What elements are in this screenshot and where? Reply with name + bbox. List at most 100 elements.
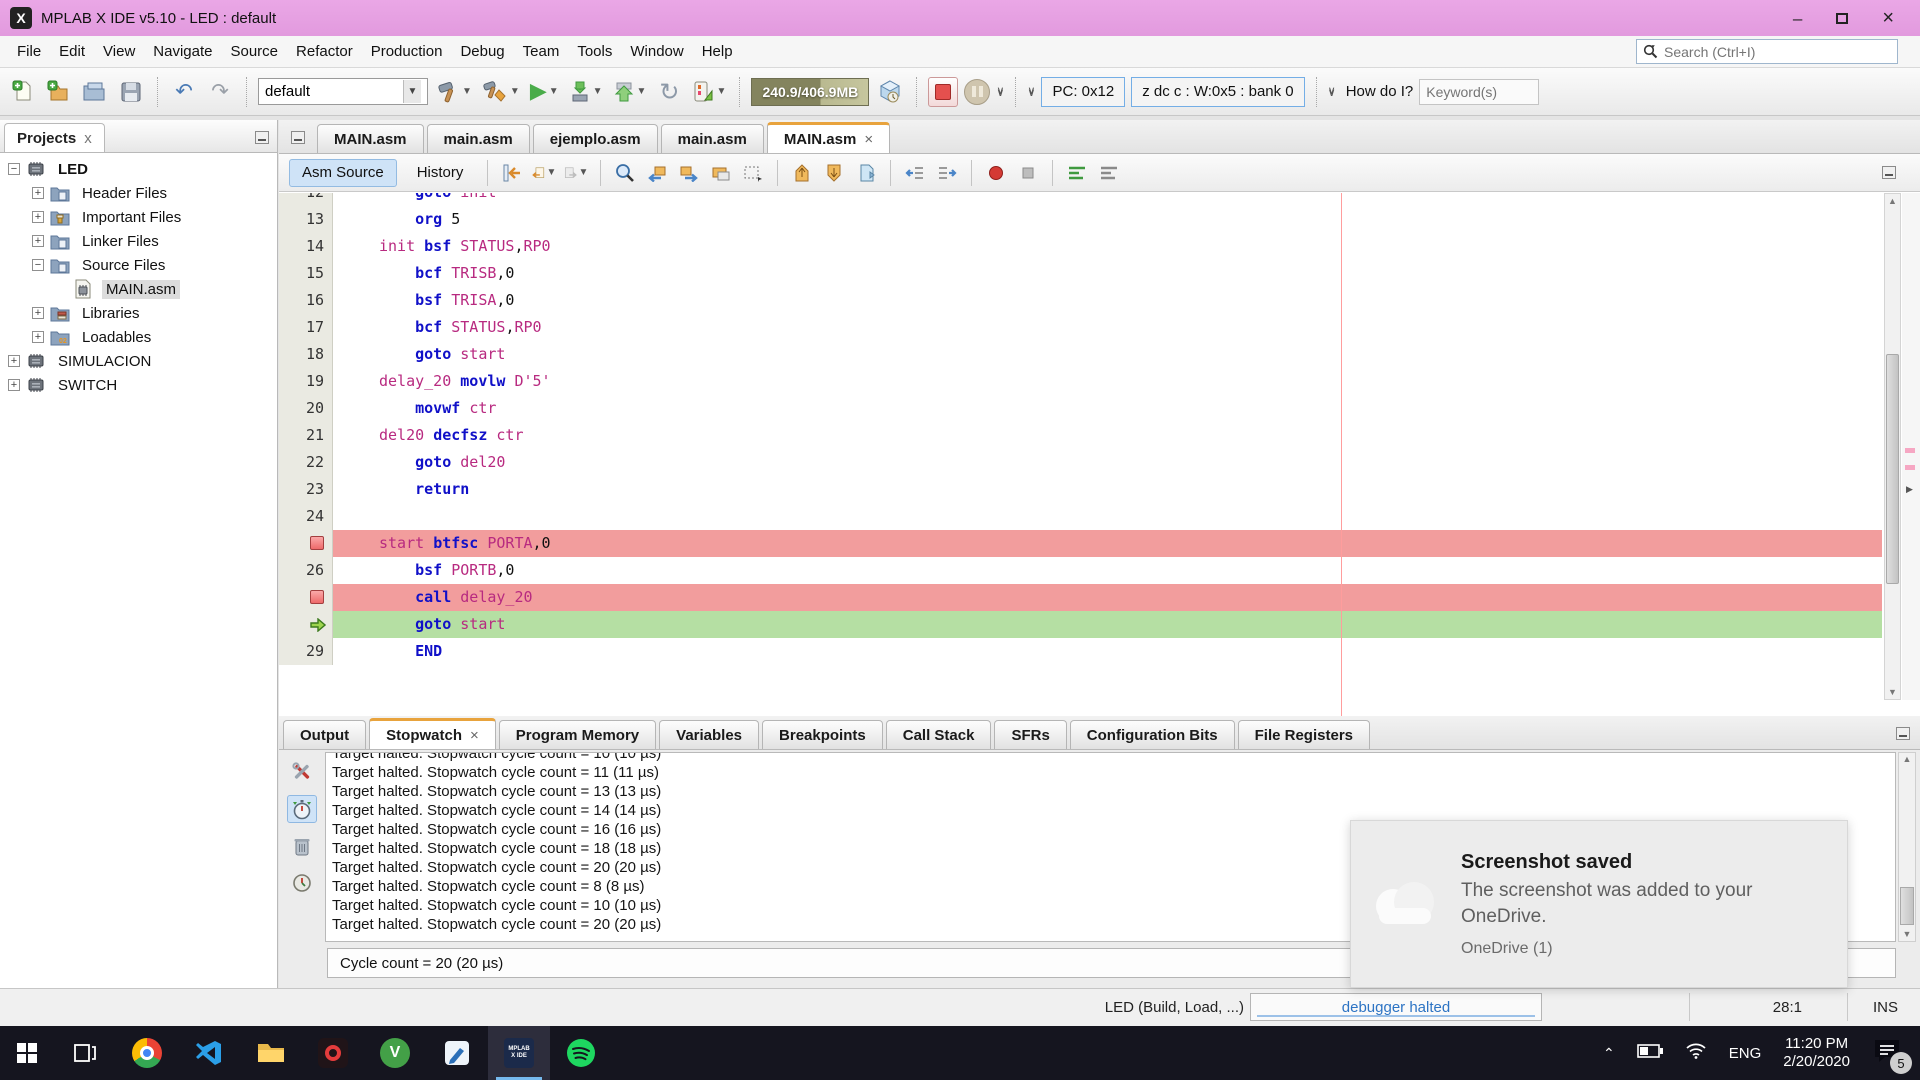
pc-register-box[interactable]: PC: 0x12	[1041, 77, 1125, 107]
shift-left-button[interactable]	[903, 161, 927, 185]
comment-button[interactable]	[1065, 161, 1089, 185]
line-number[interactable]: 15	[279, 260, 333, 287]
tree-item-source-files[interactable]: −Source Files	[0, 253, 277, 277]
code-text[interactable]: call delay_20	[333, 584, 1882, 611]
breakpoint-mark[interactable]	[1905, 465, 1915, 470]
code-text[interactable]: org 5	[333, 206, 1882, 233]
menu-tools[interactable]: Tools	[568, 39, 621, 64]
current-line-gutter[interactable]	[279, 611, 333, 638]
line-number[interactable]: 18	[279, 341, 333, 368]
split-editor-button[interactable]	[1882, 166, 1896, 179]
how-do-i-input[interactable]	[1419, 79, 1539, 105]
start-button[interactable]	[0, 1026, 54, 1080]
uncomment-button[interactable]	[1097, 161, 1121, 185]
line-number[interactable]: 22	[279, 449, 333, 476]
toolbar-overflow-icon-3[interactable]: ∨∨	[1328, 87, 1336, 97]
editor-tab-main.asm-1[interactable]: main.asm	[427, 124, 530, 153]
code-text[interactable]: del20 decfsz ctr	[333, 422, 1882, 449]
tray-expand-icon[interactable]: ⌃	[1603, 1045, 1615, 1062]
save-all-button[interactable]	[116, 76, 146, 108]
tree-item-main-asm[interactable]: MAIN.asm	[0, 277, 277, 301]
minimize-window-group-button[interactable]	[291, 131, 305, 144]
code-text[interactable]: bsf TRISA,0	[333, 287, 1882, 314]
line-number[interactable]: 13	[279, 206, 333, 233]
clock[interactable]: 11:20 PM 2/20/2020	[1783, 1035, 1850, 1071]
tree-item-led[interactable]: −LED	[0, 157, 277, 181]
line-number[interactable]: 24	[279, 503, 333, 530]
new-file-button[interactable]	[8, 76, 38, 108]
build-button[interactable]: ▼	[434, 76, 474, 108]
language-indicator[interactable]: ENG	[1729, 1045, 1762, 1062]
close-icon[interactable]: ×	[864, 131, 873, 148]
tree-item-important-files[interactable]: +Important Files	[0, 205, 277, 229]
new-project-button[interactable]	[44, 76, 74, 108]
code-text[interactable]: start btfsc PORTA,0	[333, 530, 1882, 557]
code-text[interactable]: bcf TRISB,0	[333, 260, 1882, 287]
tree-item-switch[interactable]: +SWITCH	[0, 373, 277, 397]
pause-button[interactable]	[964, 79, 990, 105]
dock-tab-call-stack[interactable]: Call Stack	[886, 720, 992, 749]
breakpoint-mark[interactable]	[1905, 448, 1915, 453]
previous-occurrence-button[interactable]	[645, 161, 669, 185]
code-text[interactable]: bcf STATUS,RP0	[333, 314, 1882, 341]
search-box[interactable]	[1636, 39, 1898, 64]
toolbar-overflow-icon[interactable]: ∨∨	[996, 87, 1004, 97]
dock-tab-breakpoints[interactable]: Breakpoints	[762, 720, 883, 749]
rectangular-selection-button[interactable]	[741, 161, 765, 185]
expand-icon[interactable]: +	[8, 379, 20, 391]
stop-macro-recording-button[interactable]	[1016, 161, 1040, 185]
menu-edit[interactable]: Edit	[50, 39, 94, 64]
code-text[interactable]: delay_20 movlw D'5'	[333, 368, 1882, 395]
start-macro-recording-button[interactable]	[984, 161, 1008, 185]
error-stripe[interactable]: ▶	[1902, 193, 1920, 700]
code-text[interactable]: goto start	[333, 341, 1882, 368]
status-flags-box[interactable]: z dc c : W:0x5 : bank 0	[1131, 77, 1304, 107]
action-center-button[interactable]: 5	[1872, 1036, 1906, 1070]
menu-file[interactable]: File	[8, 39, 50, 64]
open-project-button[interactable]	[80, 76, 110, 108]
editor-tab-main.asm-0[interactable]: MAIN.asm	[317, 124, 424, 153]
finish-debugger-button[interactable]	[928, 77, 958, 107]
line-number[interactable]: 29	[279, 638, 333, 665]
debugger-status[interactable]: debugger halted	[1250, 993, 1542, 1021]
refresh-debug-tool-button[interactable]: ↻	[654, 76, 684, 108]
clear-history-button[interactable]	[287, 832, 317, 860]
tree-item-linker-files[interactable]: +Linker Files	[0, 229, 277, 253]
minimize-button[interactable]: –	[1793, 10, 1802, 27]
scroll-up-icon[interactable]: ▲	[1899, 753, 1915, 766]
projects-tab[interactable]: Projectsx	[4, 123, 105, 152]
memory-gauge[interactable]: 240.9/406.9MB	[751, 78, 869, 106]
line-number[interactable]: 23	[279, 476, 333, 503]
code-text[interactable]	[333, 503, 1882, 530]
red-app-taskbar-icon[interactable]	[302, 1026, 364, 1080]
code-text[interactable]: goto init	[333, 193, 1882, 206]
spotify-taskbar-icon[interactable]	[550, 1026, 612, 1080]
breakpoint-gutter[interactable]	[279, 530, 333, 557]
search-input[interactable]	[1664, 44, 1864, 60]
onedrive-notification[interactable]: Screenshot saved The screenshot was adde…	[1350, 820, 1848, 988]
dock-tab-program-memory[interactable]: Program Memory	[499, 720, 656, 749]
dock-tab-output[interactable]: Output	[283, 720, 366, 749]
scroll-down-icon[interactable]: ▼	[1885, 685, 1900, 699]
file-explorer-taskbar-icon[interactable]	[240, 1026, 302, 1080]
find-selection-button[interactable]	[613, 161, 637, 185]
toolbar-overflow-icon-2[interactable]: ∨∨	[1027, 87, 1035, 97]
expand-icon[interactable]: +	[32, 331, 44, 343]
code-area[interactable]: 12 goto init13 org 514init bsf STATUS,RP…	[279, 193, 1920, 716]
gc-button[interactable]	[875, 76, 905, 108]
line-number[interactable]: 12	[279, 193, 333, 206]
configuration-select[interactable]: default ▼	[258, 78, 428, 105]
debug-run-button[interactable]: ▶ ▼	[528, 76, 561, 108]
menu-help[interactable]: Help	[693, 39, 742, 64]
dock-tab-sfrs[interactable]: SFRs	[994, 720, 1066, 749]
restore-button[interactable]	[1836, 10, 1848, 27]
task-view-button[interactable]	[54, 1026, 116, 1080]
scroll-down-icon[interactable]: ▼	[1899, 928, 1915, 941]
close-icon[interactable]: x	[84, 130, 92, 147]
menu-navigate[interactable]: Navigate	[144, 39, 221, 64]
code-text[interactable]: bsf PORTB,0	[333, 557, 1882, 584]
dock-vertical-scrollbar[interactable]: ▲ ▼	[1898, 752, 1916, 942]
scrollbar-thumb[interactable]	[1900, 887, 1914, 925]
redo-button[interactable]: ↷	[205, 76, 235, 108]
current-line-mark[interactable]: ▶	[1906, 485, 1915, 494]
